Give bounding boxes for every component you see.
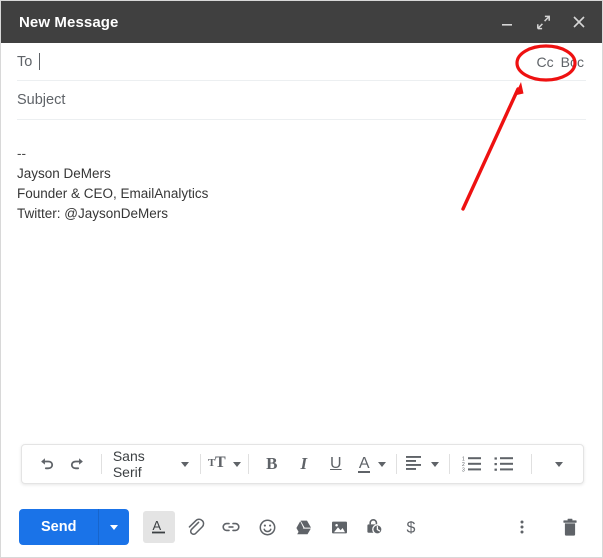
- svg-text:$: $: [407, 520, 416, 537]
- chevron-down-icon: [181, 461, 190, 467]
- underline-label: U: [330, 455, 342, 472]
- bold-button[interactable]: B: [256, 449, 288, 479]
- text-cursor: [39, 53, 41, 70]
- insert-emoji-button[interactable]: [251, 511, 283, 543]
- action-right-group: [506, 511, 586, 543]
- chevron-down-icon: [378, 461, 387, 467]
- to-label: To: [17, 53, 33, 70]
- minimize-icon[interactable]: [498, 13, 516, 31]
- more-options-button[interactable]: [506, 511, 538, 543]
- close-icon[interactable]: [570, 13, 588, 31]
- toolbar-divider: [247, 454, 249, 474]
- format-text-button[interactable]: A: [143, 511, 176, 543]
- italic-label: I: [300, 454, 308, 473]
- compose-window: New Message To Cc Bcc Subject -- Jayson …: [0, 0, 603, 558]
- send-button[interactable]: Send: [19, 509, 130, 545]
- bulleted-list-button[interactable]: [489, 449, 521, 479]
- cc-bcc-group: Cc Bcc: [537, 54, 584, 70]
- more-formatting-button[interactable]: [543, 449, 575, 479]
- discard-draft-button[interactable]: [554, 511, 586, 543]
- align-icon: [404, 454, 424, 475]
- cc-button[interactable]: Cc: [537, 54, 554, 70]
- chevron-down-icon: [431, 461, 440, 467]
- chevron-down-icon: [232, 461, 241, 467]
- text-color-label: A: [357, 454, 371, 473]
- svg-text:3: 3: [462, 468, 465, 474]
- insert-link-button[interactable]: [215, 511, 247, 543]
- svg-text:A: A: [153, 518, 162, 533]
- attach-files-button[interactable]: [179, 511, 211, 543]
- toolbar-divider: [396, 454, 398, 474]
- redo-icon[interactable]: [62, 449, 94, 479]
- confidential-mode-button[interactable]: [359, 511, 391, 543]
- signature-line: Founder & CEO, EmailAnalytics: [17, 186, 209, 201]
- window-controls: [498, 13, 588, 31]
- undo-icon[interactable]: [30, 449, 62, 479]
- message-body[interactable]: -- Jayson DeMers Founder & CEO, EmailAna…: [17, 120, 586, 420]
- to-field-row[interactable]: To Cc Bcc: [17, 43, 586, 81]
- toolbar-divider: [449, 454, 451, 474]
- toolbar-divider: [200, 454, 201, 474]
- action-icon-group: A $: [143, 511, 427, 543]
- italic-button[interactable]: I: [288, 449, 320, 479]
- bold-label: B: [266, 454, 278, 473]
- toolbar-divider: [101, 454, 102, 474]
- insert-money-button[interactable]: $: [395, 511, 427, 543]
- text-color-button[interactable]: A: [357, 454, 387, 473]
- toolbar-divider: [531, 454, 533, 474]
- insert-photo-button[interactable]: [323, 511, 355, 543]
- send-label: Send: [41, 519, 77, 535]
- underline-button[interactable]: U: [320, 449, 352, 479]
- chevron-down-icon: [555, 461, 564, 467]
- signature-line: Jayson DeMers: [17, 166, 111, 181]
- font-size-button[interactable]: T T: [208, 453, 241, 476]
- signature-line: --: [17, 146, 26, 161]
- font-size-icon: T T: [208, 453, 230, 476]
- bcc-button[interactable]: Bcc: [561, 54, 584, 70]
- subject-placeholder: Subject: [17, 92, 66, 108]
- page-title: New Message: [19, 13, 119, 31]
- compose-title-bar: New Message: [1, 1, 602, 43]
- svg-text:T: T: [215, 454, 226, 471]
- font-family-select[interactable]: Sans Serif: [109, 448, 193, 480]
- formatting-toolbar: Sans Serif T T B I U A 1 2 3: [21, 444, 584, 484]
- font-family-value: Sans Serif: [112, 448, 145, 480]
- numbered-list-button[interactable]: 1 2 3: [457, 449, 489, 479]
- chevron-down-icon: [110, 524, 119, 530]
- expand-icon[interactable]: [534, 13, 552, 31]
- align-button[interactable]: [404, 454, 440, 475]
- send-options-button[interactable]: [99, 509, 129, 545]
- subject-field-row[interactable]: Subject: [17, 81, 586, 120]
- compose-action-bar: Send A $: [1, 496, 602, 557]
- google-drive-icon[interactable]: [287, 511, 319, 543]
- signature-line: Twitter: @JaysonDeMers: [17, 206, 168, 221]
